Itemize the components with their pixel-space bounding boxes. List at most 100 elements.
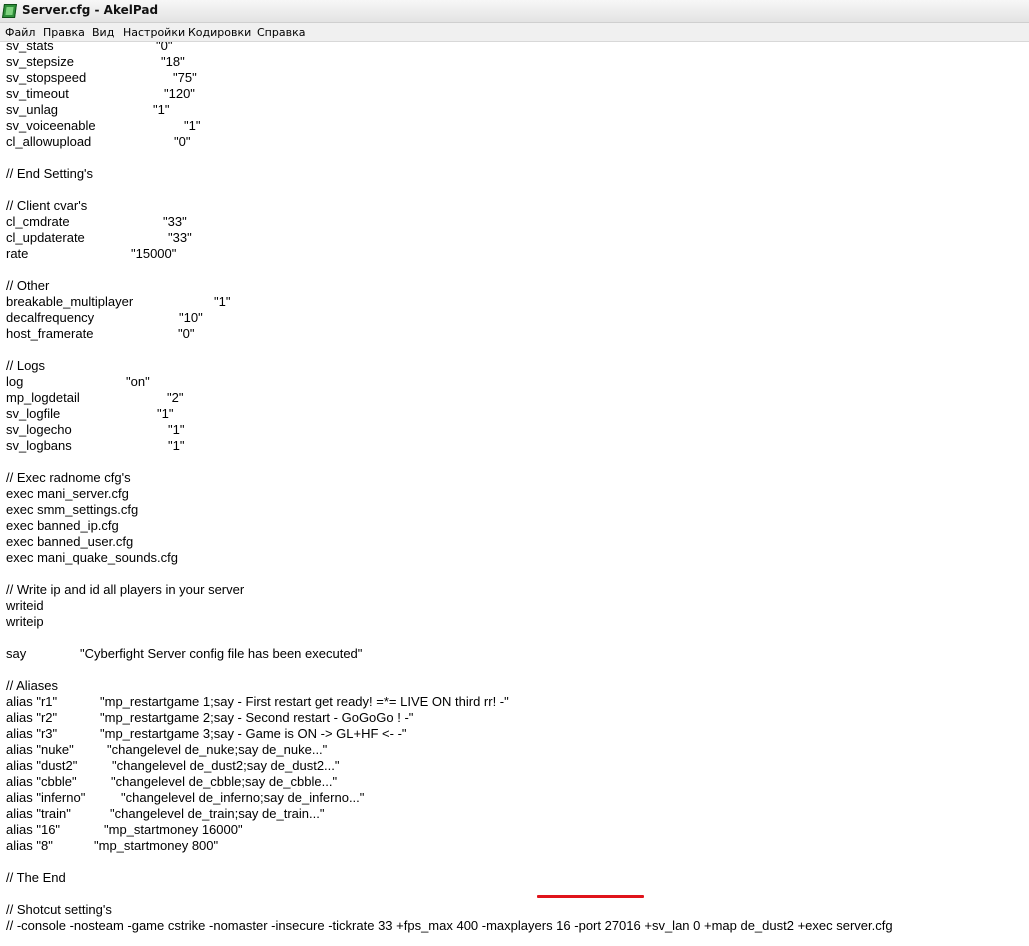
code-line: // Exec radnome cfg's — [6, 470, 131, 486]
code-line: sv_stats "0" — [6, 42, 172, 54]
code-value: "mp_startmoney 16000" — [104, 822, 243, 837]
code-value: "0" — [174, 134, 191, 149]
maxplayers-underline-annotation — [537, 895, 644, 898]
code-key: sv_unlag — [6, 102, 59, 117]
code-line: writeip — [6, 614, 44, 630]
code-line: exec banned_ip.cfg — [6, 518, 119, 534]
code-value: "changelevel de_nuke;say de_nuke..." — [107, 742, 328, 757]
code-key: sv_stepsize — [6, 54, 74, 69]
code-key: exec mani_quake_sounds.cfg — [6, 550, 179, 565]
code-key: // Logs — [6, 358, 46, 373]
code-key: alias "nuke" — [6, 742, 74, 757]
code-key: writeip — [6, 614, 44, 629]
code-value: "1" — [214, 294, 231, 309]
code-value: "changelevel de_cbble;say de_cbble..." — [111, 774, 338, 789]
menu-file[interactable]: Файл — [5, 26, 35, 39]
code-line: alias "r2" "mp_restartgame 2;say - Second… — [6, 710, 413, 726]
code-value: "changelevel de_inferno;say de_inferno..… — [121, 790, 365, 805]
code-key: host_framerate — [6, 326, 94, 341]
code-key: mp_logdetail — [6, 390, 80, 405]
code-line: // Aliases — [6, 678, 58, 694]
menu-settings[interactable]: Настройки — [123, 26, 185, 39]
code-key: exec smm_settings.cfg — [6, 502, 139, 517]
code-value: "1" — [153, 102, 170, 117]
code-line: alias "train" "changelevel de_train;say d… — [6, 806, 324, 822]
code-key: // Client cvar's — [6, 198, 88, 213]
menu-view[interactable]: Вид — [92, 26, 114, 39]
code-key: sv_logfile — [6, 406, 61, 421]
code-line: alias "nuke" "changelevel de_nuke;say de_… — [6, 742, 327, 758]
code-line: log "on" — [6, 374, 150, 390]
code-key: alias "cbble" — [6, 774, 77, 789]
code-value: "1" — [157, 406, 174, 421]
code-value: "75" — [173, 70, 197, 85]
code-line: // Client cvar's — [6, 198, 87, 214]
code-line: say "Cyberfight Server config file has be… — [6, 646, 362, 662]
code-value: "mp_restartgame 3;say - Game is ON -> GL… — [100, 726, 407, 741]
code-key: alias "dust2" — [6, 758, 78, 773]
code-line: sv_stopspeed "75" — [6, 70, 197, 86]
code-line: cl_allowupload "0" — [6, 134, 190, 150]
code-value: "33" — [168, 230, 192, 245]
code-key: alias "train" — [6, 806, 71, 821]
text-editor[interactable]: sv_stats "0" sv_stepsize "18" sv_stopspeed "7… — [0, 42, 1029, 946]
code-value: "1" — [184, 118, 201, 133]
code-line: exec mani_server.cfg — [6, 486, 129, 502]
code-key: cl_updaterate — [6, 230, 85, 245]
code-line: alias "inferno" "changelevel de_inferno;s… — [6, 790, 364, 806]
code-line: // End Setting's — [6, 166, 93, 182]
code-key: rate — [6, 246, 29, 261]
code-line: alias "8" "mp_startmoney 800" — [6, 838, 218, 854]
code-key: alias "16" — [6, 822, 61, 837]
akelpad-app-icon — [2, 4, 17, 18]
code-key: sv_timeout — [6, 86, 69, 101]
code-key: writeid — [6, 598, 44, 613]
code-value: "0" — [178, 326, 195, 341]
code-line: writeid — [6, 598, 44, 614]
code-line: sv_stepsize "18" — [6, 54, 185, 70]
code-line: exec smm_settings.cfg — [6, 502, 138, 518]
code-key: exec banned_ip.cfg — [6, 518, 119, 533]
code-line: alias "dust2" "changelevel de_dust2;say d… — [6, 758, 340, 774]
menu-encodings[interactable]: Кодировки — [188, 26, 251, 39]
code-value: "on" — [126, 374, 150, 389]
code-value: "18" — [161, 54, 185, 69]
code-key: alias "inferno" — [6, 790, 86, 805]
code-key: // Other — [6, 278, 50, 293]
code-value: "10" — [179, 310, 203, 325]
code-line: sv_unlag "1" — [6, 102, 169, 118]
code-line: exec mani_quake_sounds.cfg — [6, 550, 178, 566]
code-key: exec mani_server.cfg — [6, 486, 129, 501]
code-key: // Write ip and id all players in your s… — [6, 582, 245, 597]
code-line: alias "16" "mp_startmoney 16000" — [6, 822, 243, 838]
code-key: sv_stopspeed — [6, 70, 87, 85]
code-key: alias "r2" — [6, 710, 58, 725]
code-line: // -console -nosteam -game cstrike -noma… — [6, 918, 893, 934]
code-key: log — [6, 374, 24, 389]
menu-edit[interactable]: Правка — [43, 26, 85, 39]
menu-help[interactable]: Справка — [257, 26, 305, 39]
code-value: "mp_restartgame 2;say - Second restart -… — [100, 710, 414, 725]
code-value: "1" — [168, 438, 185, 453]
code-value: "mp_startmoney 800" — [94, 838, 219, 853]
code-line: sv_logbans "1" — [6, 438, 184, 454]
menu-bar: Файл Правка Вид Настройки Кодировки Спра… — [0, 23, 1029, 42]
code-line: exec banned_user.cfg — [6, 534, 133, 550]
code-line: // Shotcut setting's — [6, 902, 112, 918]
code-key: cl_allowupload — [6, 134, 92, 149]
code-line: alias "r1" "mp_restartgame 1;say - First … — [6, 694, 509, 710]
code-key: sv_stats — [6, 42, 54, 53]
code-key: // -console -nosteam -game cstrike -noma… — [6, 918, 893, 933]
code-key: exec banned_user.cfg — [6, 534, 134, 549]
code-key: // Shotcut setting's — [6, 902, 112, 917]
code-key: cl_cmdrate — [6, 214, 70, 229]
code-line: rate "15000" — [6, 246, 176, 262]
code-line: sv_logfile "1" — [6, 406, 173, 422]
code-key: say — [6, 646, 27, 661]
code-line: sv_voiceenable "1" — [6, 118, 200, 134]
code-key: // End Setting's — [6, 166, 94, 181]
code-key: // Aliases — [6, 678, 59, 693]
code-key: sv_logbans — [6, 438, 72, 453]
code-value: "mp_restartgame 1;say - First restart ge… — [100, 694, 509, 709]
window-title: Server.cfg - AkelPad — [22, 3, 159, 17]
